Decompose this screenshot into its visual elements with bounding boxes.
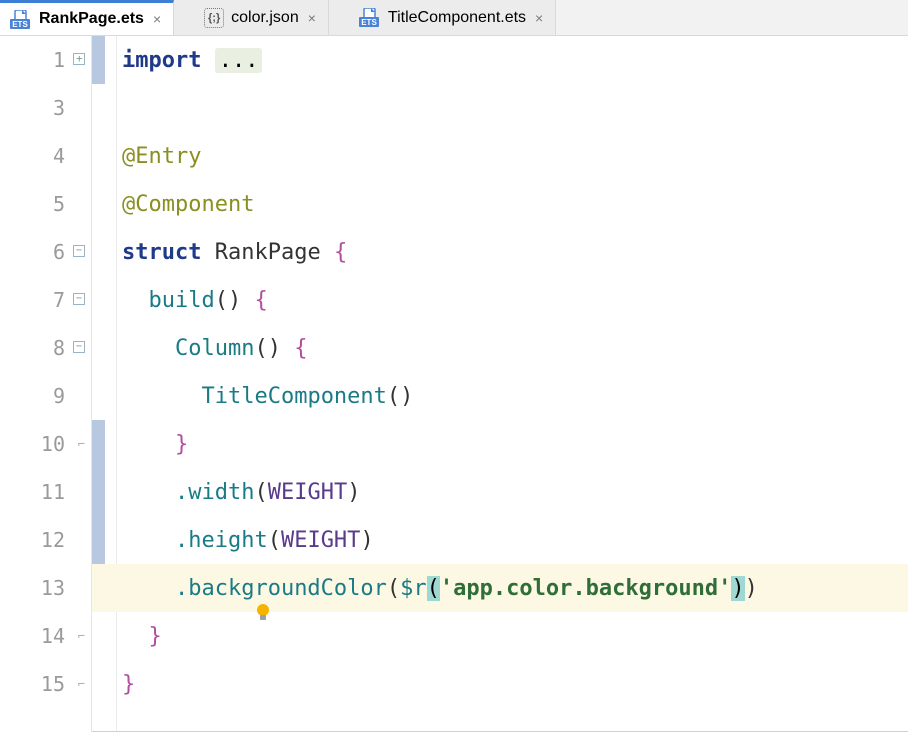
string-open: ' [440,576,453,601]
code-line[interactable]: @Component [92,180,908,228]
chain-backgroundcolor: .backgroundColor [175,576,387,601]
tab-label: RankPage.ets [39,10,144,28]
folded-region[interactable]: ... [215,48,263,73]
code-line[interactable]: .height(WEIGHT) [92,516,908,564]
line-number: 10 [41,432,65,456]
editor: 1+ 3 4 5 6− 7− 8− 9 10⌐ 11 12 13 14⌐ 15⌐… [0,36,908,732]
tab-label: color.json [231,9,299,27]
gutter-row[interactable]: 3 [0,84,91,132]
line-number: 13 [41,576,65,600]
fold-end-icon[interactable]: ⌐ [78,438,85,450]
parens: () [387,384,414,409]
line-number: 5 [53,192,65,216]
const-weight: WEIGHT [268,480,347,505]
tab-rankpage[interactable]: ETS RankPage.ets × [0,0,174,35]
code-line-current[interactable]: .backgroundColor($r('app.color.backgroun… [92,564,908,612]
gutter-row[interactable]: 12 [0,516,91,564]
code-line[interactable]: struct RankPage { [92,228,908,276]
brace-open: { [254,288,267,313]
call-column: Column [175,336,254,361]
tab-label: TitleComponent.ets [388,9,526,27]
brace-close: } [149,624,162,649]
ets-icon: ETS [359,8,381,27]
line-number: 4 [53,144,65,168]
fold-collapse-icon[interactable]: − [73,341,85,355]
close-icon[interactable]: × [533,10,545,26]
code-line[interactable]: .width(WEIGHT) [92,468,908,516]
fold-collapse-icon[interactable]: − [73,293,85,307]
string-close: ' [718,576,731,601]
ets-icon: ETS [10,10,32,29]
code-line[interactable]: import ... [92,36,908,84]
struct-name: RankPage [215,240,321,265]
line-number: 7 [53,288,65,312]
parens: () [215,288,242,313]
string-body: app.color.background [453,576,718,601]
code-line[interactable]: Column() { [92,324,908,372]
code-line[interactable] [92,84,908,132]
gutter-row[interactable]: 6− [0,228,91,276]
line-number: 1 [53,48,65,72]
gutter-row[interactable]: 5 [0,180,91,228]
json-icon: {;} [204,8,224,28]
gutter-row[interactable]: 15 ⌐ [0,660,91,708]
chain-width: .width [175,480,254,505]
gutter-row[interactable]: 7− [0,276,91,324]
gutter-row[interactable]: 1+ [0,36,91,84]
brace-open: { [334,240,347,265]
parens: () [254,336,281,361]
tab-titlecomponent[interactable]: ETS TitleComponent.ets × [329,0,556,35]
keyword-struct: struct [122,240,201,265]
close-icon[interactable]: × [306,10,318,26]
gutter-row[interactable]: 8− [0,324,91,372]
decorator-entry: @Entry [122,144,201,169]
svg-text:ETS: ETS [12,20,28,29]
paren-close: ) [745,576,758,601]
decorator-component: @Component [122,192,254,217]
line-number: 11 [41,480,65,504]
code-line[interactable]: TitleComponent() [92,372,908,420]
const-weight: WEIGHT [281,528,360,553]
paren-match: ) [731,576,744,601]
svg-text:ETS: ETS [361,18,377,27]
tab-bar: ETS RankPage.ets × {;} color.json × ETS … [0,0,908,36]
gutter-row[interactable]: 11 [0,468,91,516]
gutter-row[interactable]: 14 ⌐ [0,612,91,660]
line-number: 15 [41,672,65,696]
lightbulb-icon[interactable] [148,578,168,598]
fold-expand-icon[interactable]: + [73,53,85,67]
code-line[interactable]: @Entry [92,132,908,180]
line-number: 12 [41,528,65,552]
fn-dollar-r: $r [400,576,427,601]
gutter-row[interactable]: 9 [0,372,91,420]
fold-end-icon[interactable]: ⌐ [78,630,85,642]
line-number: 6 [53,240,65,264]
keyword-import: import [122,48,201,73]
line-number: 9 [53,384,65,408]
code-line[interactable]: build() { [92,276,908,324]
line-number: 3 [53,96,65,120]
brace-close: } [175,432,188,457]
brace-close: } [122,672,135,697]
line-number: 8 [53,336,65,360]
code-line[interactable]: } [92,660,908,708]
code-line[interactable]: } [92,612,908,660]
code-line[interactable]: } [92,420,908,468]
method-build: build [149,288,215,313]
gutter-row[interactable]: 10 ⌐ [0,420,91,468]
fold-end-icon[interactable]: ⌐ [78,678,85,690]
call-titlecomponent: TitleComponent [201,384,386,409]
paren-match: ( [427,576,440,601]
code-area[interactable]: import ... @Entry @Component struct Rank… [92,36,908,732]
gutter-row[interactable]: 13 [0,564,91,612]
gutter: 1+ 3 4 5 6− 7− 8− 9 10⌐ 11 12 13 14⌐ 15⌐ [0,36,92,732]
brace-open: { [294,336,307,361]
tab-colorjson[interactable]: {;} color.json × [174,0,329,35]
gutter-row[interactable]: 4 [0,132,91,180]
chain-height: .height [175,528,268,553]
close-icon[interactable]: × [151,11,163,27]
fold-collapse-icon[interactable]: − [73,245,85,259]
line-number: 14 [41,624,65,648]
